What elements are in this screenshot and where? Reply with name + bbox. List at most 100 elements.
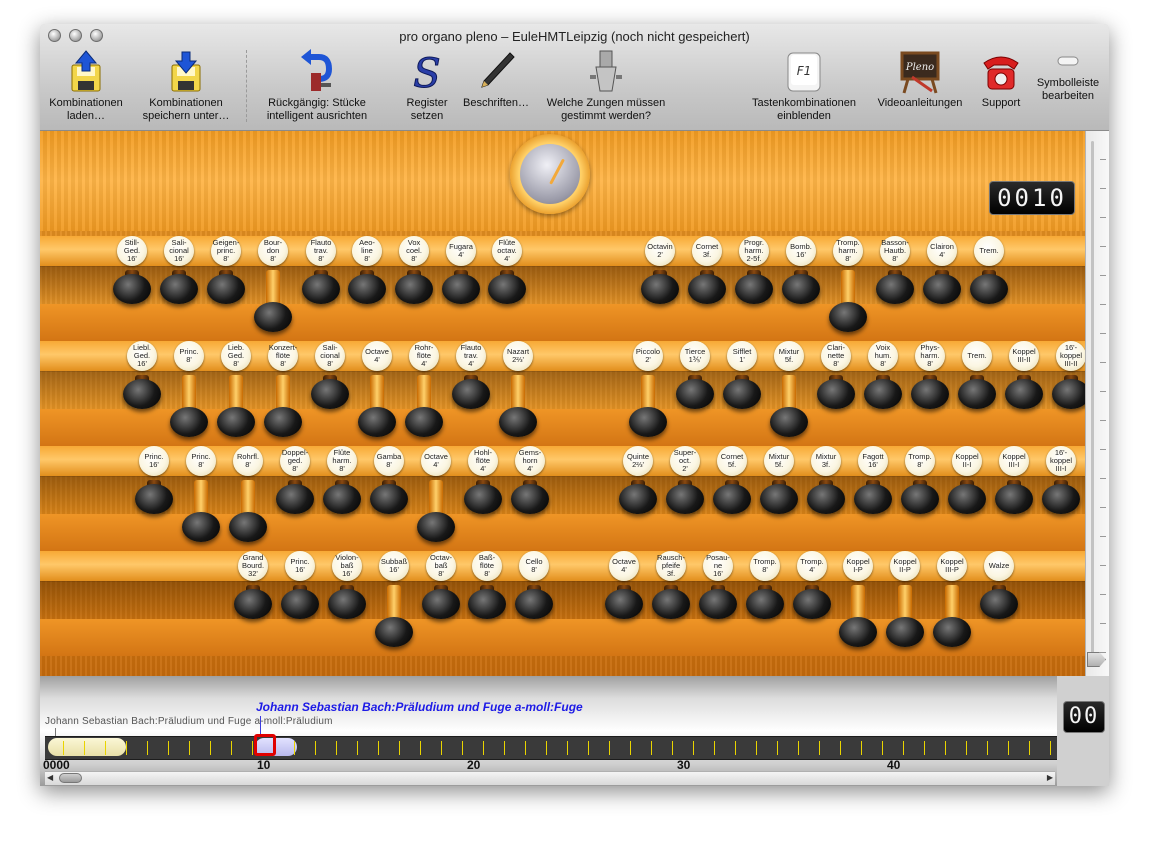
timeline-tick <box>840 741 841 755</box>
stop-knob[interactable] <box>170 341 208 441</box>
stop-knob[interactable] <box>911 341 949 441</box>
combination-slider[interactable] <box>1085 131 1109 676</box>
timeline-tick <box>819 741 820 755</box>
stop-knob[interactable] <box>619 446 657 546</box>
load-combinations-button[interactable]: Kombinationen laden… <box>44 48 128 123</box>
playhead-marker[interactable] <box>254 734 276 756</box>
stop-knob[interactable] <box>886 551 924 651</box>
stop-knob[interactable] <box>488 236 526 336</box>
stop-knob[interactable] <box>207 236 245 336</box>
stop-knob[interactable] <box>676 341 714 441</box>
stop-knob[interactable] <box>160 236 198 336</box>
stop-knob[interactable] <box>699 551 737 651</box>
stop-knob[interactable] <box>958 341 996 441</box>
stop-knob[interactable] <box>713 446 751 546</box>
stop-knob[interactable] <box>876 236 914 336</box>
customize-toolbar-button[interactable]: Symbolleiste bearbeiten <box>1032 48 1104 103</box>
stop-knob[interactable] <box>817 341 855 441</box>
stop-knob[interactable] <box>995 446 1033 546</box>
stop-knob[interactable] <box>1005 341 1043 441</box>
organ-console: 0010 Still- Ged. 16' Sali- cional 16' Geig… <box>40 131 1085 676</box>
stop-knob[interactable] <box>229 446 267 546</box>
stop-knob[interactable] <box>782 236 820 336</box>
slider-tick <box>1100 159 1106 160</box>
undo-button[interactable]: Rückgängig: Stücke intelligent ausrichte… <box>256 48 378 123</box>
stop-knob[interactable] <box>452 341 490 441</box>
stop-knob[interactable] <box>970 236 1008 336</box>
stop-knob[interactable] <box>417 446 455 546</box>
stop-knob[interactable] <box>323 446 361 546</box>
stop-knob[interactable] <box>370 446 408 546</box>
stop-knob[interactable] <box>829 236 867 336</box>
stop-knob[interactable] <box>395 236 433 336</box>
stop-knob[interactable] <box>933 551 971 651</box>
timeline-scrollbar[interactable]: ◀ ▶ <box>45 771 1055 785</box>
stop-knob[interactable] <box>746 551 784 651</box>
reed-tuning-button[interactable]: Welche Zungen müssen gestimmt werden? <box>540 48 672 123</box>
stop-knob[interactable] <box>688 236 726 336</box>
caption-button[interactable]: Beschriften… <box>460 48 532 110</box>
stop-knob[interactable] <box>442 236 480 336</box>
scroll-left-arrow-icon[interactable]: ◀ <box>47 773 53 782</box>
stop-knob[interactable] <box>641 236 679 336</box>
stop-knob[interactable] <box>980 551 1018 651</box>
stop-knob[interactable] <box>793 551 831 651</box>
stop-knob[interactable] <box>948 446 986 546</box>
crescendo-gauge[interactable] <box>510 134 590 214</box>
scroll-right-arrow-icon[interactable]: ▶ <box>1047 773 1053 782</box>
stop-knob[interactable] <box>760 446 798 546</box>
stop-knob[interactable] <box>254 236 292 336</box>
stop-knob[interactable] <box>135 446 173 546</box>
stop-knob[interactable] <box>499 341 537 441</box>
stop-knob[interactable] <box>217 341 255 441</box>
stop-knob[interactable] <box>328 551 366 651</box>
stop-knob[interactable] <box>735 236 773 336</box>
stop-knob[interactable] <box>405 341 443 441</box>
stop-knob[interactable] <box>605 551 643 651</box>
timeline-scroll-thumb[interactable] <box>59 773 82 783</box>
segment-previous-piece[interactable] <box>48 738 126 756</box>
stop-knob[interactable] <box>901 446 939 546</box>
stop-knob[interactable] <box>348 236 386 336</box>
slider-thumb[interactable] <box>1087 652 1106 667</box>
stop-knob[interactable] <box>854 446 892 546</box>
knob-head <box>511 484 549 514</box>
stop-knob[interactable] <box>839 551 877 651</box>
stop-knob[interactable] <box>629 341 667 441</box>
stop-knob[interactable] <box>864 341 902 441</box>
stop-knob[interactable] <box>807 446 845 546</box>
timeline-number: 30 <box>677 758 691 772</box>
stop-knob[interactable] <box>311 341 349 441</box>
stop-knob[interactable] <box>358 341 396 441</box>
show-shortcuts-button[interactable]: F1 Tastenkombinationen einblenden <box>742 48 866 123</box>
stop-knob[interactable] <box>923 236 961 336</box>
stop-knob[interactable] <box>1042 446 1080 546</box>
stop-knob[interactable] <box>468 551 506 651</box>
stop-knob[interactable] <box>375 551 413 651</box>
stop-knob[interactable] <box>422 551 460 651</box>
stop-knob[interactable] <box>652 551 690 651</box>
combination-strip[interactable] <box>45 736 1057 760</box>
stop-knob[interactable] <box>123 341 161 441</box>
stop-knob[interactable] <box>276 446 314 546</box>
stop-knob[interactable] <box>234 551 272 651</box>
stop-knob[interactable] <box>770 341 808 441</box>
stop-knob[interactable] <box>264 341 302 441</box>
stop-knob[interactable] <box>464 446 502 546</box>
stop-knob[interactable] <box>511 446 549 546</box>
stop-knob[interactable] <box>281 551 319 651</box>
stop-knob[interactable] <box>666 446 704 546</box>
stop-knob[interactable] <box>723 341 761 441</box>
set-registers-button[interactable]: S Register setzen <box>395 48 459 123</box>
save-combinations-button[interactable]: Kombinationen speichern unter… <box>140 48 232 123</box>
timeline-tick <box>735 741 736 755</box>
stop-knob[interactable] <box>113 236 151 336</box>
knob-head <box>970 274 1008 304</box>
slider-tick <box>1100 507 1106 508</box>
stop-knob[interactable] <box>1052 341 1085 441</box>
video-tutorials-button[interactable]: Pleno Videoanleitungen <box>871 48 969 110</box>
stop-knob[interactable] <box>182 446 220 546</box>
stop-knob[interactable] <box>302 236 340 336</box>
support-button[interactable]: Support <box>975 48 1027 110</box>
stop-knob[interactable] <box>515 551 553 651</box>
